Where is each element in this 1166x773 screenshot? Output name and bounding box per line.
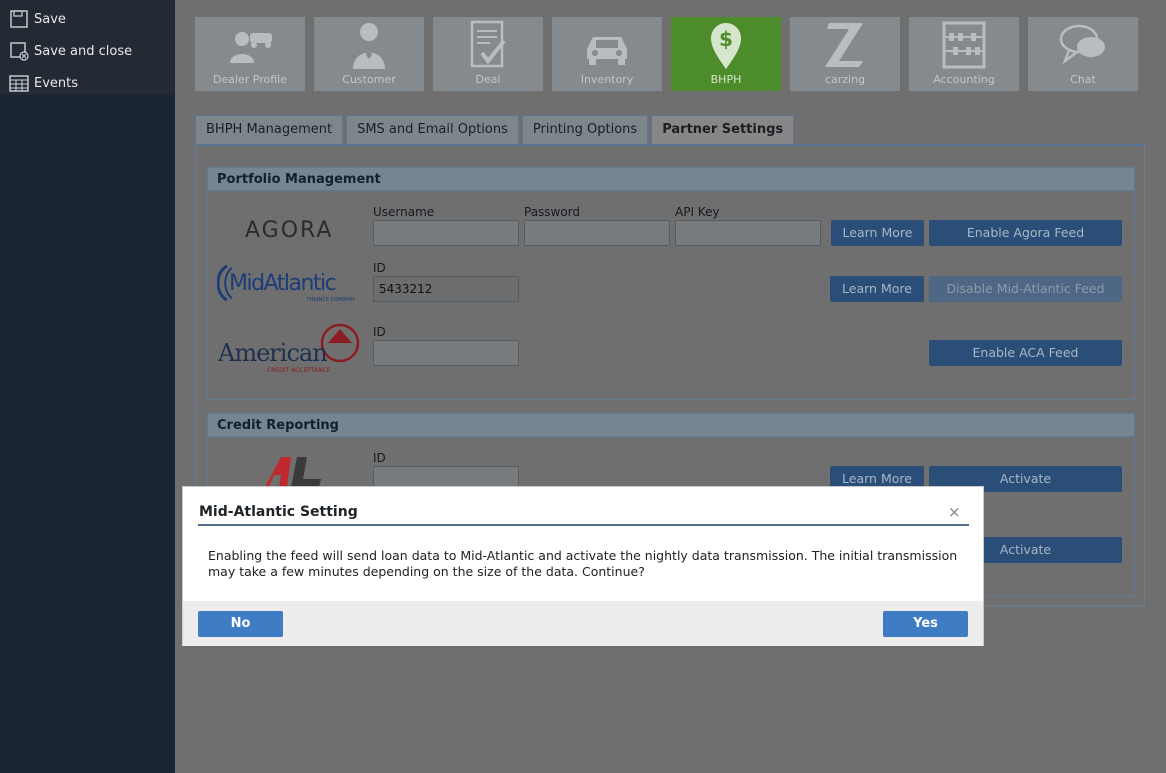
module-dealer-profile[interactable]: Dealer Profile bbox=[195, 17, 305, 91]
module-bhph[interactable]: $ BHPH bbox=[671, 17, 781, 91]
module-label: Dealer Profile bbox=[212, 73, 288, 86]
module-label: Inventory bbox=[580, 73, 634, 86]
password-field[interactable] bbox=[524, 220, 670, 246]
module-customer[interactable]: Customer bbox=[314, 17, 424, 91]
deal-icon bbox=[470, 20, 506, 68]
midatlantic-logo-text: MidAtlantic bbox=[229, 271, 336, 296]
carzing-z-icon bbox=[825, 23, 863, 67]
aca-logo-subtext: CREDIT ACCEPTANCE bbox=[267, 367, 331, 374]
dialog-divider bbox=[198, 524, 969, 526]
enable-agora-feed-button[interactable]: Enable Agora Feed bbox=[929, 220, 1122, 246]
midatlantic-logo: MidAtlantic FINANCE COMPANY bbox=[216, 262, 369, 310]
no-button[interactable]: No bbox=[198, 611, 283, 637]
aca-id-label: ID bbox=[373, 325, 386, 339]
midatlantic-logo-subtext: FINANCE COMPANY bbox=[307, 297, 356, 303]
american-credit-acceptance-logo: American CREDIT ACCEPTANCE bbox=[217, 323, 369, 379]
module-label: carzing bbox=[824, 73, 866, 86]
module-inventory[interactable]: Inventory bbox=[552, 17, 662, 91]
abacus-icon bbox=[942, 21, 986, 69]
sidebar-item-label: Save bbox=[34, 11, 66, 27]
svg-text:$: $ bbox=[719, 27, 733, 51]
username-label: Username bbox=[373, 205, 435, 219]
api-key-field[interactable] bbox=[675, 220, 821, 246]
midatlantic-id-field[interactable]: 5433212 bbox=[373, 276, 519, 302]
midatlantic-id-label: ID bbox=[373, 261, 386, 275]
dialog-title: Mid-Atlantic Setting bbox=[199, 504, 358, 520]
module-carzing[interactable]: carzing bbox=[790, 17, 900, 91]
settings-tabs: BHPH Management SMS and Email Options Pr… bbox=[195, 115, 795, 146]
tab-printing-options[interactable]: Printing Options bbox=[521, 115, 649, 145]
yes-button[interactable]: Yes bbox=[883, 611, 968, 637]
close-icon[interactable]: × bbox=[948, 503, 961, 521]
section-title: Portfolio Management bbox=[208, 168, 1134, 191]
dollar-pin-icon: $ bbox=[711, 23, 741, 69]
agora-logo: AGORA bbox=[244, 215, 344, 249]
tab-sms-email-options[interactable]: SMS and Email Options bbox=[346, 115, 519, 145]
sidebar-item-save-and-close[interactable]: Save and close bbox=[0, 35, 175, 67]
module-accounting[interactable]: Accounting bbox=[909, 17, 1019, 91]
agora-learn-more-button[interactable]: Learn More bbox=[831, 220, 924, 246]
main-area: Dealer Profile Customer Deal Inventory $… bbox=[175, 0, 1166, 773]
module-label: Deal bbox=[475, 73, 501, 86]
module-label: Customer bbox=[342, 73, 396, 86]
module-label: Accounting bbox=[933, 73, 995, 86]
calendar-icon bbox=[9, 75, 29, 92]
portfolio-management-section: Portfolio Management AGORA Username Pass… bbox=[207, 167, 1135, 400]
credit-id-label: ID bbox=[373, 451, 386, 465]
save-close-icon bbox=[10, 42, 29, 61]
module-deal[interactable]: Deal bbox=[433, 17, 543, 91]
module-label: BHPH bbox=[710, 73, 742, 86]
sidebar: Save Save and close Events bbox=[0, 0, 175, 773]
aca-id-field[interactable] bbox=[373, 340, 519, 366]
password-label: Password bbox=[524, 205, 581, 219]
dealer-profile-icon bbox=[230, 32, 272, 63]
midatlantic-setting-dialog: Mid-Atlantic Setting × Enabling the feed… bbox=[182, 486, 984, 646]
chat-icon bbox=[1059, 24, 1105, 65]
tab-partner-settings[interactable]: Partner Settings bbox=[651, 115, 795, 146]
sidebar-item-save[interactable]: Save bbox=[0, 3, 175, 35]
username-field[interactable] bbox=[373, 220, 519, 246]
module-label: Chat bbox=[1070, 73, 1096, 86]
module-bar: Dealer Profile Customer Deal Inventory $… bbox=[195, 17, 1138, 91]
aca-logo-text: American bbox=[217, 339, 327, 367]
module-chat[interactable]: Chat bbox=[1028, 17, 1138, 91]
save-icon bbox=[10, 10, 28, 28]
agora-logo-text: AGORA bbox=[245, 218, 333, 243]
disable-midatlantic-feed-button[interactable]: Disable Mid-Atlantic Feed bbox=[929, 276, 1122, 302]
sidebar-item-label: Events bbox=[34, 75, 79, 91]
car-icon bbox=[587, 37, 627, 65]
dialog-message: Enabling the feed will send loan data to… bbox=[208, 548, 958, 579]
tab-bhph-management[interactable]: BHPH Management bbox=[195, 115, 344, 145]
midatlantic-learn-more-button[interactable]: Learn More bbox=[830, 276, 924, 302]
enable-aca-feed-button[interactable]: Enable ACA Feed bbox=[929, 340, 1122, 366]
section-title: Credit Reporting bbox=[208, 414, 1134, 437]
sidebar-item-label: Save and close bbox=[34, 43, 133, 59]
sidebar-actions: Save Save and close Events bbox=[0, 0, 175, 95]
api-key-label: API Key bbox=[675, 205, 720, 219]
sidebar-item-events[interactable]: Events bbox=[0, 67, 175, 99]
customer-icon bbox=[353, 23, 385, 69]
dialog-footer: No Yes bbox=[183, 601, 983, 646]
